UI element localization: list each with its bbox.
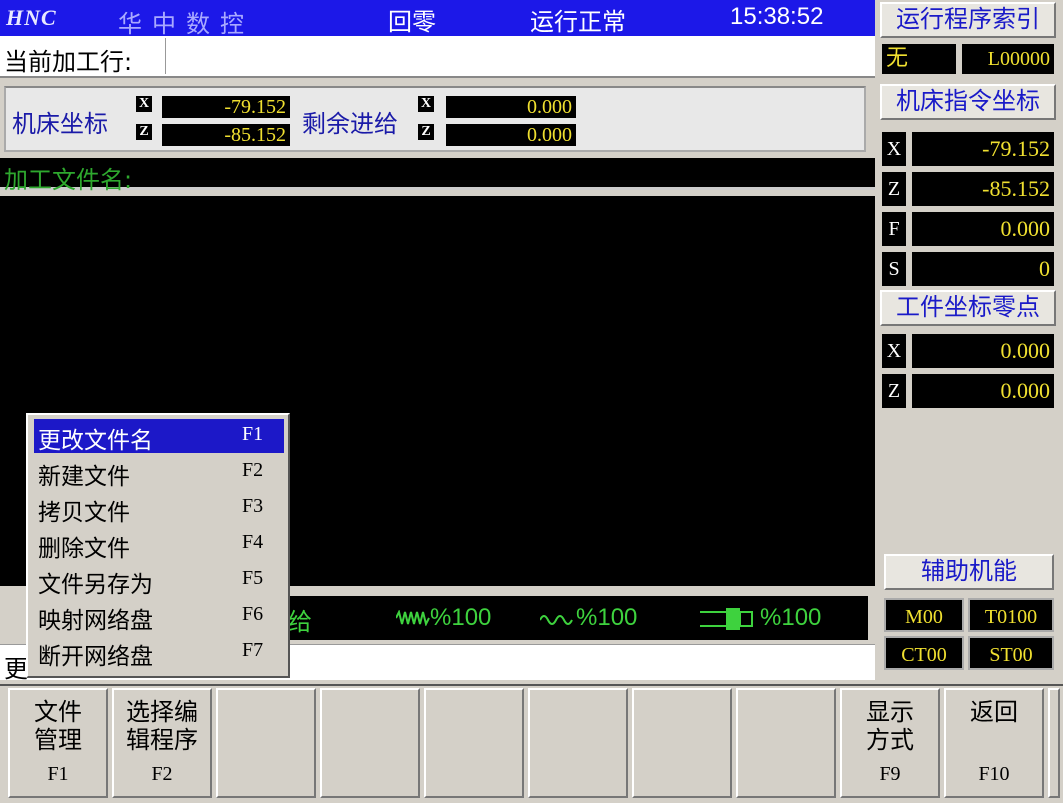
spindle-override-value: %100 [576,604,638,631]
cmd-f-value: 0.000 [912,212,1054,246]
file-name-bar: 加工文件名: [0,158,875,194]
menu-item-label: 更改文件名 [38,428,153,454]
coordinate-panel [4,86,866,152]
rapid-override-value: %100 [760,604,822,631]
cmd-s-tag: S [882,252,906,286]
menu-item-label: 文件另存为 [38,572,153,598]
machine-coord-label: 机床坐标 [12,110,108,138]
zero-z-value: 0.000 [912,374,1054,408]
softkey-f5[interactable] [424,688,524,798]
menu-item-shortcut: F1 [242,423,264,445]
override-display: 给 %100 %100 %100 [284,596,868,640]
zero-x-tag: X [882,334,906,368]
menu-item-label: 拷贝文件 [38,500,130,526]
feed-override-value: %100 [430,604,492,631]
cmd-x-tag: X [882,132,906,166]
file-management-menu: 更改文件名 F1 新建文件 F2 拷贝文件 F3 删除文件 F4 文件另存为 F… [26,413,290,678]
softkey-f2-select-program[interactable]: 选择编 辑程序 F2 [112,688,212,798]
cmd-z-tag: Z [882,172,906,206]
cmd-s-value: 0 [912,252,1054,286]
machine-z-value: -85.152 [162,124,290,146]
softkey-key: F9 [879,763,901,785]
machine-command-title: 机床指令坐标 [880,84,1056,120]
remaining-feed-label: 剩余进给 [302,110,398,138]
softkey-label-line2: 管理 [34,726,82,754]
cmd-z-value: -85.152 [912,172,1054,206]
feed-prefix: 给 [288,609,312,636]
menu-item-shortcut: F3 [242,495,264,517]
menu-item-label: 新建文件 [38,464,130,490]
current-line-label: 当前加工行: [4,48,133,76]
softkey-key: F1 [47,763,69,785]
remaining-z-tag: Z [418,124,434,140]
menu-item-label: 断开网络盘 [38,644,153,670]
cmd-x-value: -79.152 [912,132,1054,166]
current-line-bar: 当前加工行: [0,36,875,78]
menu-item-shortcut: F6 [242,603,264,625]
zero-z-tag: Z [882,374,906,408]
message-text: 更 [4,655,28,683]
softkey-f8[interactable] [736,688,836,798]
remaining-x-tag: X [418,96,434,112]
softkey-key: F2 [151,763,173,785]
machine-z-tag: Z [136,124,152,140]
cmd-f-tag: F [882,212,906,246]
softkey-f7[interactable] [632,688,732,798]
menu-item-delete-file[interactable]: 删除文件 F4 [34,527,284,562]
machine-x-value: -79.152 [162,96,290,118]
menu-item-disconnect-network-drive[interactable]: 断开网络盘 F7 [34,635,284,670]
menu-item-label: 映射网络盘 [38,608,153,634]
zero-x-value: 0.000 [912,334,1054,368]
softkey-f9-display-mode[interactable]: 显示 方式 F9 [840,688,940,798]
softkey-f1-file-management[interactable]: 文件 管理 F1 [8,688,108,798]
menu-item-shortcut: F7 [242,639,264,661]
softkey-label-line1: 选择编 [126,698,198,726]
operation-mode: 回零 [388,8,436,36]
program-index-title: 运行程序索引 [880,2,1056,38]
feed-override-icon [395,609,430,631]
menu-item-save-as[interactable]: 文件另存为 F5 [34,563,284,598]
remaining-z-value: 0.000 [446,124,576,146]
menu-item-label: 删除文件 [38,536,130,562]
softkey-f6[interactable] [528,688,628,798]
current-line-display [165,38,871,74]
title-bar: HNC 华中数控 回零 运行正常 15:38:52 [0,0,875,38]
brand-name: 华中数控 [118,10,254,38]
aux-function-title: 辅助机能 [884,554,1054,590]
softkey-label-line1: 显示 [866,698,914,726]
softkey-f4[interactable] [320,688,420,798]
rapid-override-icon [700,606,756,637]
aux-ct-code: CT00 [884,636,964,670]
menu-item-map-network-drive[interactable]: 映射网络盘 F6 [34,599,284,634]
softkey-label-line1: 返回 [970,698,1018,726]
menu-item-shortcut: F4 [242,531,264,553]
softkey-f3[interactable] [216,688,316,798]
menu-item-shortcut: F5 [242,567,264,589]
remaining-x-value: 0.000 [446,96,576,118]
program-name: 无 [882,44,956,74]
softkey-label-line2: 辑程序 [126,726,198,754]
menu-item-new-file[interactable]: 新建文件 F2 [34,455,284,490]
program-line-number: L00000 [962,44,1054,74]
aux-m-code: M00 [884,598,964,632]
softkey-key: F10 [978,763,1010,785]
menu-item-shortcut: F2 [242,459,264,481]
menu-item-rename-file[interactable]: 更改文件名 F1 [34,419,284,454]
softkey-label-line2: 方式 [866,726,914,754]
hnc-logo: HNC [6,5,57,30]
softkey-label-line1: 文件 [34,698,82,726]
softkey-f10-return[interactable]: 返回 F10 [944,688,1044,798]
clock: 15:38:52 [730,3,824,30]
aux-t-code: T0100 [968,598,1054,632]
softkey-edge [1048,688,1060,798]
run-status: 运行正常 [530,8,626,36]
machine-x-tag: X [136,96,152,112]
workpiece-zero-title: 工件坐标零点 [880,290,1056,326]
menu-item-copy-file[interactable]: 拷贝文件 F3 [34,491,284,526]
file-name-label: 加工文件名: [4,166,133,194]
spindle-override-icon [539,610,576,631]
aux-st-code: ST00 [968,636,1054,670]
